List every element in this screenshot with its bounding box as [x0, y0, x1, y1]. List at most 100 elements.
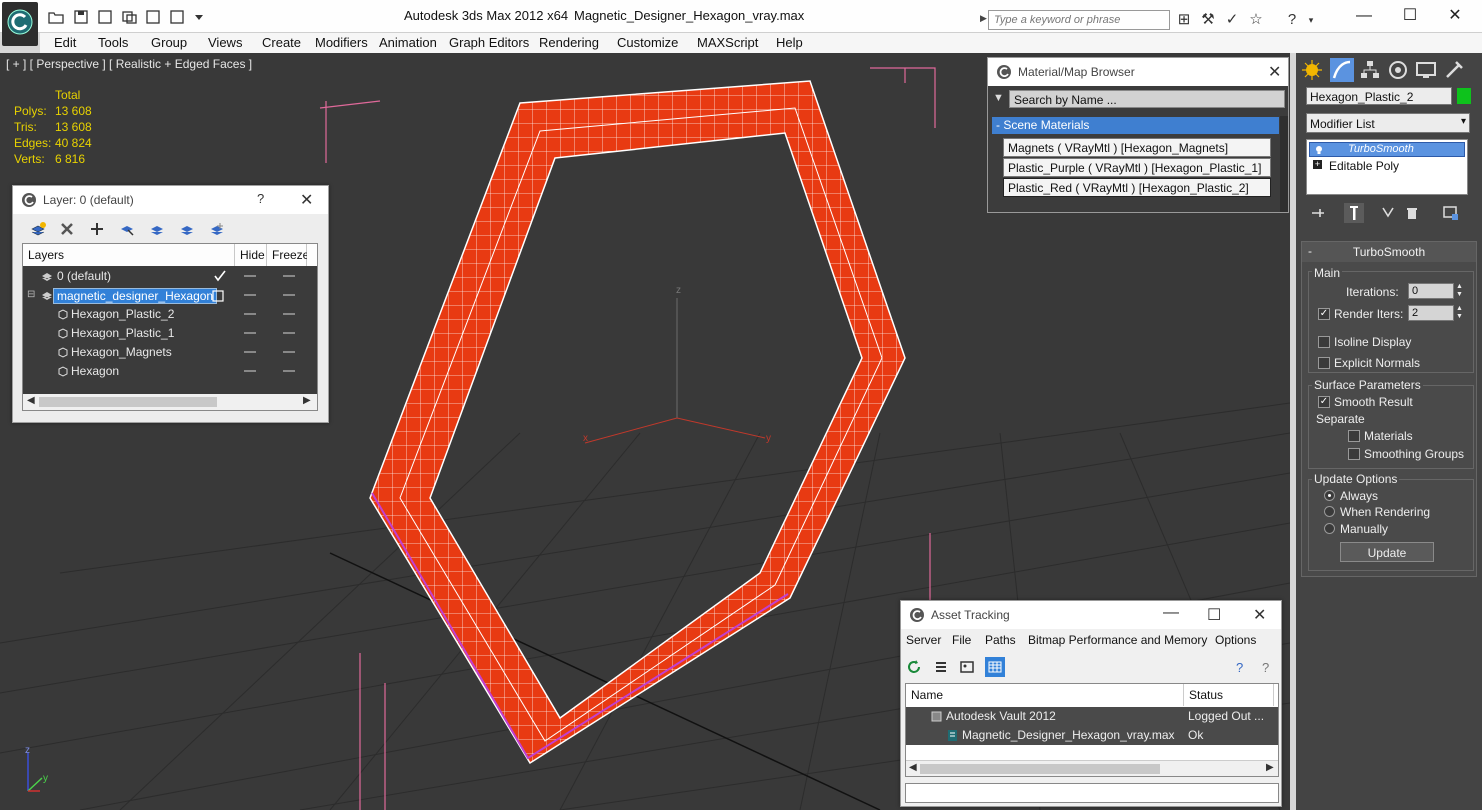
menu-modifiers[interactable]: Modifiers [315, 35, 368, 50]
menu-maxscript[interactable]: MAXScript [697, 35, 758, 50]
menu-edit[interactable]: Edit [54, 35, 76, 50]
update-always-radio[interactable] [1324, 490, 1335, 501]
asset-horizontal-scrollbar[interactable]: ◀ ▶ [906, 760, 1278, 776]
minimize-button[interactable]: — [1349, 6, 1379, 26]
asset-menu-paths[interactable]: Paths [985, 633, 1016, 647]
asset-menu-options[interactable]: Options [1215, 633, 1256, 647]
column-header-hide[interactable]: Hide [235, 244, 267, 266]
stack-item-editable-poly[interactable]: + Editable Poly [1309, 159, 1465, 174]
hide-all-layers-icon[interactable] [178, 220, 196, 238]
column-header-layers[interactable]: Layers [23, 244, 235, 266]
asset-close-button[interactable]: ✕ [1253, 605, 1266, 625]
explicit-normals-checkbox[interactable] [1318, 357, 1330, 369]
render-iters-checkbox[interactable]: ✓ [1318, 308, 1330, 320]
iterations-spinner[interactable]: 0 [1408, 283, 1454, 299]
render-iters-spinner[interactable]: 2 [1408, 305, 1454, 321]
help-dropdown-icon[interactable]: ▾ [1302, 11, 1320, 29]
layer-row-magnetic-designer-hexagon[interactable]: ⊟ magnetic_designer_Hexagon [23, 286, 317, 305]
object-color-swatch[interactable] [1456, 87, 1472, 105]
configure-modifier-sets-icon[interactable] [1442, 205, 1460, 221]
app-logo-button[interactable] [2, 2, 38, 46]
freeze-toggle[interactable] [283, 332, 295, 334]
show-end-result-icon[interactable] [1344, 203, 1364, 223]
layer-horizontal-scrollbar[interactable]: ◀ ▶ [23, 394, 317, 410]
menu-animation[interactable]: Animation [379, 35, 437, 50]
layer-row-hexagon-magnets[interactable]: Hexagon_Magnets [23, 343, 317, 362]
menu-customize[interactable]: Customize [617, 35, 678, 50]
freeze-all-layers-icon[interactable] [208, 220, 226, 238]
quick-access-dropdown-icon[interactable] [191, 10, 207, 24]
scroll-right-icon[interactable]: ▶ [1266, 762, 1274, 773]
browser-options-icon[interactable]: ▼ [993, 92, 1004, 104]
smooth-result-checkbox[interactable]: ✓ [1318, 396, 1330, 408]
freeze-toggle[interactable] [283, 294, 295, 296]
asset-menu-bitmap-performance[interactable]: Bitmap Performance and Memory [1028, 633, 1207, 647]
scroll-left-icon[interactable]: ◀ [909, 762, 917, 773]
scrollbar-thumb[interactable] [920, 764, 1160, 774]
hide-toggle[interactable] [244, 275, 256, 277]
material-search-input[interactable]: Search by Name ... [1009, 90, 1285, 108]
table-view-icon[interactable] [985, 657, 1005, 677]
asset-maximize-button[interactable]: ☐ [1207, 605, 1221, 625]
layer-row-hexagon[interactable]: Hexagon [23, 362, 317, 381]
layer-dialog-close-button[interactable]: ✕ [300, 190, 313, 210]
scroll-right-icon[interactable]: ▶ [303, 395, 311, 406]
freeze-toggle[interactable] [283, 275, 295, 277]
add-to-layer-icon[interactable] [88, 220, 106, 238]
light-bulb-icon[interactable] [1314, 145, 1324, 155]
isoline-display-checkbox[interactable] [1318, 336, 1330, 348]
menu-rendering[interactable]: Rendering [539, 35, 599, 50]
binoculars-icon[interactable]: ⊞ [1175, 11, 1193, 29]
undo-icon[interactable] [145, 10, 161, 24]
layer-dialog-help-button[interactable]: ? [257, 191, 264, 206]
hide-toggle[interactable] [244, 313, 256, 315]
hide-toggle[interactable] [244, 294, 256, 296]
communication-center-icon[interactable]: ⚒ [1199, 11, 1217, 29]
close-button[interactable]: ✕ [1440, 6, 1470, 26]
material-browser-titlebar[interactable]: Material/Map Browser ✕ [988, 58, 1288, 86]
scrollbar-thumb[interactable] [39, 397, 217, 407]
column-header-name[interactable]: Name [906, 684, 1184, 706]
material-item-magnets[interactable]: Magnets ( VRayMtl ) [Hexagon_Magnets] [1003, 138, 1271, 157]
modifier-list-dropdown[interactable]: Modifier List ▾ [1306, 113, 1470, 133]
material-item-plastic-red[interactable]: Plastic_Red ( VRayMtl ) [Hexagon_Plastic… [1003, 178, 1271, 197]
layer-dialog-titlebar[interactable]: Layer: 0 (default) ? ✕ [13, 186, 328, 214]
render-iters-spinner-arrows[interactable]: ▲ ▼ [1456, 305, 1464, 321]
menu-create[interactable]: Create [262, 35, 301, 50]
asset-row-vault[interactable]: Autodesk Vault 2012 Logged Out ... [906, 707, 1278, 726]
update-button[interactable]: Update [1340, 542, 1434, 562]
iterations-spinner-arrows[interactable]: ▲ ▼ [1456, 283, 1464, 299]
layer-row-hexagon-plastic-2[interactable]: Hexagon_Plastic_2 [23, 305, 317, 324]
highlight-selected-layer-icon[interactable] [148, 220, 166, 238]
maximize-button[interactable]: ☐ [1395, 6, 1425, 26]
display-tab-icon[interactable] [1414, 58, 1438, 82]
create-tab-icon[interactable] [1300, 58, 1324, 82]
freeze-toggle[interactable] [283, 370, 295, 372]
open-folder-icon[interactable] [48, 10, 64, 24]
project-folder-icon[interactable] [121, 10, 137, 24]
hexagon-model[interactable] [369, 80, 906, 765]
thumbnail-view-icon[interactable] [959, 659, 975, 675]
menu-group[interactable]: Group [151, 35, 187, 50]
object-name-field[interactable]: Hexagon_Plastic_2 [1306, 87, 1452, 105]
keyword-search-input[interactable]: Type a keyword or phrase [988, 10, 1170, 30]
material-item-plastic-purple[interactable]: Plastic_Purple ( VRayMtl ) [Hexagon_Plas… [1003, 158, 1271, 177]
layer-row-default[interactable]: 0 (default) [23, 267, 317, 286]
stack-item-turbosmooth[interactable]: TurboSmooth [1309, 142, 1465, 157]
asset-path-field[interactable] [905, 783, 1279, 803]
help-icon[interactable]: ? [1283, 11, 1301, 29]
freeze-toggle[interactable] [283, 313, 295, 315]
scene-materials-group-header[interactable]: - Scene Materials [992, 117, 1279, 134]
material-browser-scrollbar[interactable] [1280, 116, 1288, 212]
asset-menu-file[interactable]: File [952, 633, 971, 647]
pin-stack-icon[interactable] [1310, 205, 1326, 221]
menu-tools[interactable]: Tools [98, 35, 128, 50]
asset-row-max-file[interactable]: Magnetic_Designer_Hexagon_vray.max Ok [906, 726, 1278, 745]
remove-modifier-icon[interactable] [1404, 205, 1420, 221]
menu-help[interactable]: Help [776, 35, 803, 50]
hide-toggle[interactable] [244, 351, 256, 353]
menu-graph-editors[interactable]: Graph Editors [449, 35, 529, 50]
hide-toggle[interactable] [244, 332, 256, 334]
viewport-label[interactable]: [ + ] [ Perspective ] [ Realistic + Edge… [6, 57, 252, 71]
collapse-rollout-icon[interactable]: - [1308, 244, 1312, 258]
